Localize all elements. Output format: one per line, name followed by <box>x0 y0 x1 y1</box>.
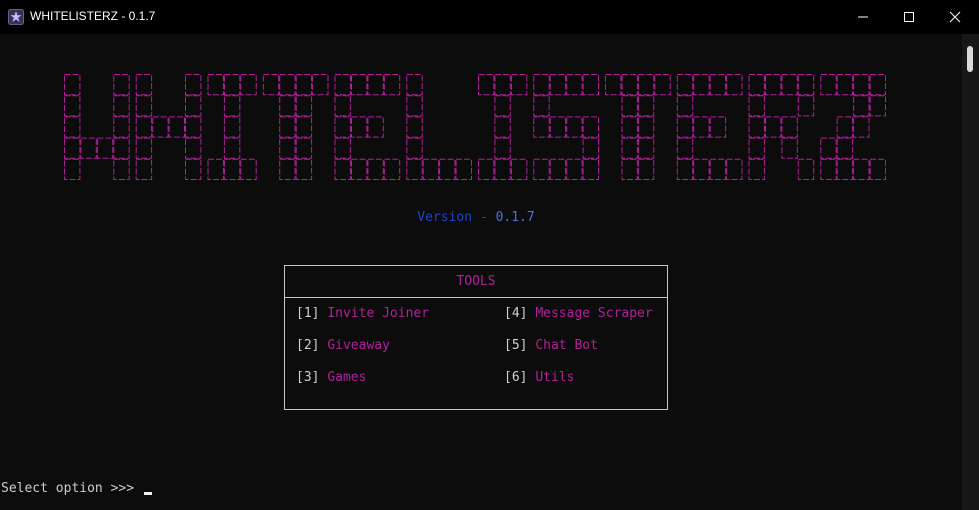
maximize-icon <box>904 12 914 22</box>
vertical-scrollbar[interactable] <box>962 34 979 510</box>
banner-letter-t <box>262 74 329 180</box>
title-bar[interactable]: WHITELISTERZ - 0.1.7 <box>0 0 979 34</box>
banner-letter-t <box>605 74 671 180</box>
tool-key: [1] <box>296 306 320 321</box>
version-line: Version - 0.1.7 <box>0 210 952 225</box>
ascii-banner <box>64 74 886 180</box>
maximize-button[interactable] <box>886 0 932 34</box>
command-prompt[interactable]: Select option >>> <box>1 481 142 496</box>
minimize-button[interactable] <box>840 0 886 34</box>
tools-menu: TOOLS [1] Invite Joiner [2] Giveaway [3]… <box>284 265 668 410</box>
banner-letter-w <box>64 74 130 180</box>
banner-letter-l <box>406 74 473 180</box>
banner-letter-z <box>820 74 886 180</box>
tool-invite-joiner[interactable]: [1] Invite Joiner <box>296 306 429 321</box>
banner-letter-r <box>748 74 815 180</box>
window-title: WHITELISTERZ - 0.1.7 <box>30 9 156 23</box>
banner-letter-e <box>334 74 401 180</box>
tool-key: [2] <box>296 338 320 353</box>
banner-letter-e <box>676 74 743 180</box>
tool-label: Games <box>327 370 367 385</box>
minimize-icon <box>858 16 868 18</box>
version-label: Version - <box>417 210 496 225</box>
version-number: 0.1.7 <box>495 210 535 225</box>
tool-giveaway[interactable]: [2] Giveaway <box>296 338 390 353</box>
tool-key: [6] <box>504 370 528 385</box>
tool-key: [5] <box>504 338 528 353</box>
tool-label: Chat Bot <box>535 338 598 353</box>
text-cursor <box>144 492 152 495</box>
tool-key: [4] <box>504 306 528 321</box>
tool-utils[interactable]: [6] Utils <box>504 370 574 385</box>
tool-message-scraper[interactable]: [4] Message Scraper <box>504 306 653 321</box>
tool-label: Message Scraper <box>535 306 653 321</box>
tools-title: TOOLS <box>285 266 667 298</box>
banner-letter-s <box>533 74 599 180</box>
banner-letter-i <box>207 74 257 180</box>
close-icon <box>949 11 961 23</box>
tool-chat-bot[interactable]: [5] Chat Bot <box>504 338 598 353</box>
terminal-window: WHITELISTERZ - 0.1.7 Version - 0.1.7 TOO… <box>0 0 979 510</box>
scrollbar-thumb[interactable] <box>967 46 973 72</box>
close-button[interactable] <box>932 0 978 34</box>
tool-label: Invite Joiner <box>327 306 430 321</box>
purple-star-icon <box>8 9 24 25</box>
tool-label: Utils <box>535 370 575 385</box>
banner-letter-i <box>478 74 528 180</box>
tool-key: [3] <box>296 370 320 385</box>
tool-games[interactable]: [3] Games <box>296 370 366 385</box>
tool-label: Giveaway <box>327 338 390 353</box>
banner-letter-h <box>135 74 202 180</box>
